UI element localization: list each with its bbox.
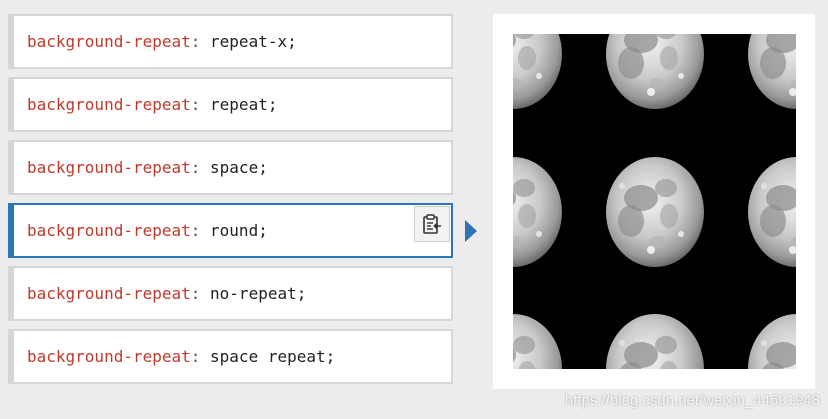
css-property: background-repeat [27,158,191,177]
colon: : [190,95,211,114]
option-repeat-x[interactable]: background-repeat: repeat-x; [8,14,453,69]
moon-tiles-image [513,34,796,369]
colon: : [190,284,211,303]
option-space[interactable]: background-repeat: space; [8,140,453,195]
css-value: space; [210,158,268,177]
css-property: background-repeat [27,347,191,366]
css-property: background-repeat [27,221,191,240]
css-property: background-repeat [27,284,191,303]
output-preview-frame [493,14,815,389]
css-value: repeat-x; [210,32,297,51]
css-value: no-repeat; [210,284,307,303]
clipboard-copy-icon [423,214,441,234]
css-property: background-repeat [27,32,191,51]
option-space-repeat[interactable]: background-repeat: space repeat; [8,329,453,384]
watermark-text: https://blog.csdn.net/weixin_44601948 [564,392,820,409]
css-property: background-repeat [27,95,191,114]
css-value: repeat; [210,95,278,114]
option-no-repeat[interactable]: background-repeat: no-repeat; [8,266,453,321]
arrow-right-icon [465,220,477,242]
option-repeat[interactable]: background-repeat: repeat; [8,77,453,132]
colon: : [190,221,211,240]
moon-tile [606,157,704,267]
colon: : [190,347,211,366]
colon: : [190,158,211,177]
css-value: space repeat; [210,347,336,366]
example-choices-list: background-repeat: repeat-x; background-… [8,14,453,392]
colon: : [190,32,211,51]
css-value: round; [210,221,268,240]
moon-background-preview [513,34,796,369]
option-round-selected[interactable]: background-repeat: round; [8,203,453,258]
copy-button[interactable] [414,206,450,242]
